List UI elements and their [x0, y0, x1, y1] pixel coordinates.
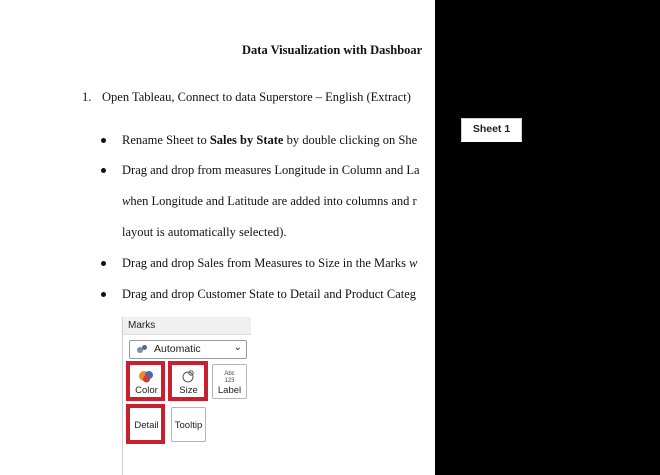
- marks-title: Marks: [128, 320, 156, 331]
- bullet-text: Rename Sheet to: [122, 133, 210, 147]
- tooltip-card[interactable]: Tooltip: [171, 407, 206, 442]
- label-icon: Abc 123: [224, 371, 235, 383]
- highlight-size-card: [168, 361, 208, 401]
- bullet-longitude-line2: when Longitude and Latitude are added in…: [122, 194, 417, 209]
- automatic-mark-icon: [137, 345, 147, 353]
- bullet-text: Drag and drop Sales from Measures to Siz…: [122, 256, 410, 270]
- label-card[interactable]: Abc 123 Label: [212, 364, 247, 399]
- chevron-down-icon: ⌄: [233, 342, 242, 353]
- bullet-longitude-line3: layout is automatically selected).: [122, 225, 287, 239]
- bullet-dot: [101, 292, 106, 297]
- bullet-longitude-line1: Drag and drop from measures Longitude in…: [122, 163, 420, 177]
- black-overlay: [435, 0, 660, 475]
- bullet-customer-state: Drag and drop Customer State to Detail a…: [122, 287, 417, 301]
- document-page: Data Visualization with Dashboar 1. Open…: [0, 0, 660, 475]
- step-number: 1.: [82, 90, 92, 104]
- svg-text:Abc: Abc: [224, 371, 234, 377]
- bullet-rename-sheet: Rename Sheet to Sales by State by double…: [122, 133, 417, 148]
- bullet-bold-text: Sales by State: [209, 133, 284, 147]
- highlight-color-card: [126, 361, 165, 401]
- bullet-italic-text: w: [409, 256, 418, 270]
- document-title: Data Visualization with Dashboar: [242, 43, 423, 57]
- marks-panel: Marks Automatic ⌄ Color Size Abc 123 Lab…: [122, 317, 251, 475]
- sheet-tab[interactable]: Sheet 1: [461, 118, 522, 142]
- tooltip-card-label: Tooltip: [174, 420, 203, 431]
- bullet-sales-size: Drag and drop Sales from Measures to Siz…: [122, 256, 417, 271]
- mark-type-value: Automatic: [154, 343, 201, 355]
- bullet-dot: [101, 168, 106, 173]
- bullet-text: hen Longitude and Latitude are added int…: [130, 194, 417, 208]
- marks-header: Marks: [123, 317, 251, 335]
- highlight-detail-card: [126, 404, 165, 444]
- svg-text:123: 123: [224, 378, 235, 383]
- step-text: Open Tableau, Connect to data Superstore…: [102, 90, 411, 104]
- mark-type-dropdown[interactable]: Automatic ⌄: [129, 340, 247, 359]
- label-card-label: Label: [217, 385, 242, 396]
- bullet-text: by double clicking on She: [283, 133, 418, 147]
- bullet-dot: [101, 138, 106, 143]
- bullet-dot: [101, 261, 106, 266]
